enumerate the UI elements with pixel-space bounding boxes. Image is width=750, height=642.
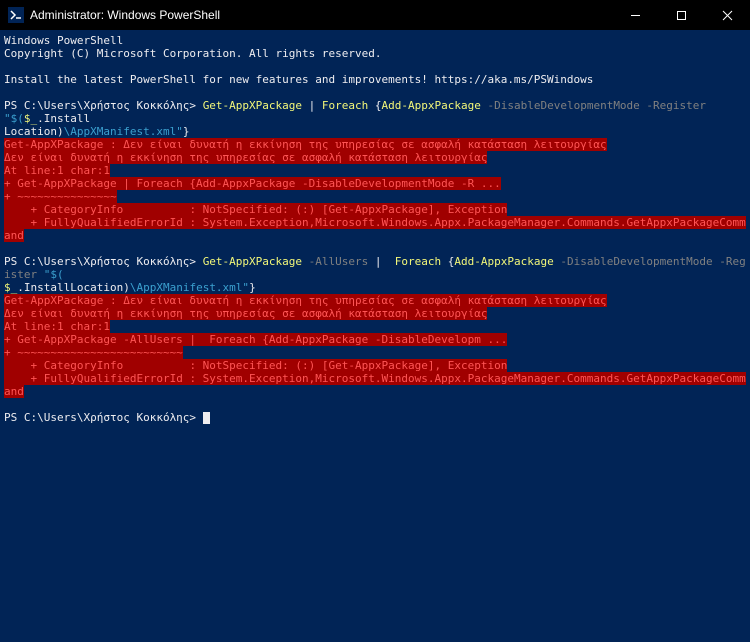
cmd2-pipe: | (375, 255, 388, 268)
cmd2-foreach: Foreach (388, 255, 448, 268)
window-title: Administrator: Windows PowerShell (30, 8, 612, 22)
error2-line3: At line:1 char:1 (4, 320, 110, 333)
cmd1-location: Location) (4, 125, 64, 138)
cmd2-location: .InstallLocation) (17, 281, 130, 294)
error1-line4: + Get-AppXPackage | Foreach {Add-AppxPac… (4, 177, 501, 190)
cmd2-endbrace: } (249, 281, 256, 294)
cmd1-get: Get-AppXPackage (203, 99, 309, 112)
error1-line1: Get-AppXPackage : Δεν είναι δυνατή η εκκ… (4, 138, 607, 151)
cursor (203, 412, 210, 424)
cmd1-install: .Install (37, 112, 90, 125)
cmd1-manifest: \AppXManifest.xml" (64, 125, 183, 138)
error1-line7: + FullyQualifiedErrorId : System.Excepti… (4, 216, 746, 242)
cmd1-endbrace: } (183, 125, 190, 138)
error2-line6: + CategoryInfo : NotSpecified: (:) [Get-… (4, 359, 507, 372)
close-button[interactable] (704, 0, 750, 30)
cmd2-add: Add-AppxPackage (454, 255, 560, 268)
error1-line2: Δεν είναι δυνατή η εκκίνηση της υπηρεσία… (4, 151, 487, 164)
close-icon (722, 10, 733, 21)
error1-line3: At line:1 char:1 (4, 164, 110, 177)
maximize-icon (676, 10, 687, 21)
maximize-button[interactable] (658, 0, 704, 30)
prompt-3: PS C:\Users\Χρήστος Κοκκόλης> (4, 411, 203, 424)
error2-line1: Get-AppXPackage : Δεν είναι δυνατή η εκκ… (4, 294, 607, 307)
error2-line5: + ~~~~~~~~~~~~~~~~~~~~~~~~~ (4, 346, 183, 359)
terminal-output[interactable]: Windows PowerShell Copyright (C) Microso… (0, 30, 750, 428)
error2-line4: + Get-AppXPackage -AllUsers | Foreach {A… (4, 333, 507, 346)
minimize-icon (630, 10, 641, 21)
cmd2-quote1: "$( (44, 268, 64, 281)
cmd1-brace: { (375, 99, 382, 112)
install-message: Install the latest PowerShell for new fe… (4, 73, 593, 86)
cmd1-var: $_ (24, 112, 37, 125)
prompt-2: PS C:\Users\Χρήστος Κοκκόλης> (4, 255, 203, 268)
window-controls (612, 0, 750, 30)
cmd2-var: $_ (4, 281, 17, 294)
error1-line5: + ~~~~~~~~~~~~~~~ (4, 190, 117, 203)
cmd1-foreach: Foreach (322, 99, 375, 112)
cmd1-add: Add-AppxPackage (382, 99, 488, 112)
window-titlebar: Administrator: Windows PowerShell (0, 0, 750, 30)
cmd1-switches: -DisableDevelopmentMode -Register (487, 99, 712, 112)
error2-line2: Δεν είναι δυνατή η εκκίνηση της υπηρεσία… (4, 307, 487, 320)
prompt-1: PS C:\Users\Χρήστος Κοκκόλης> (4, 99, 203, 112)
ps-header-line1: Windows PowerShell (4, 34, 123, 47)
cmd2-manifest: \AppXManifest.xml" (130, 281, 249, 294)
error2-line7: + FullyQualifiedErrorId : System.Excepti… (4, 372, 746, 398)
powershell-icon (8, 7, 24, 23)
minimize-button[interactable] (612, 0, 658, 30)
cmd2-allusers: -AllUsers (309, 255, 375, 268)
cmd1-quote1: "$( (4, 112, 24, 125)
cmd2-get: Get-AppXPackage (203, 255, 309, 268)
cmd1-pipe: | (309, 99, 322, 112)
error1-line6: + CategoryInfo : NotSpecified: (:) [Get-… (4, 203, 507, 216)
ps-header-line2: Copyright (C) Microsoft Corporation. All… (4, 47, 382, 60)
